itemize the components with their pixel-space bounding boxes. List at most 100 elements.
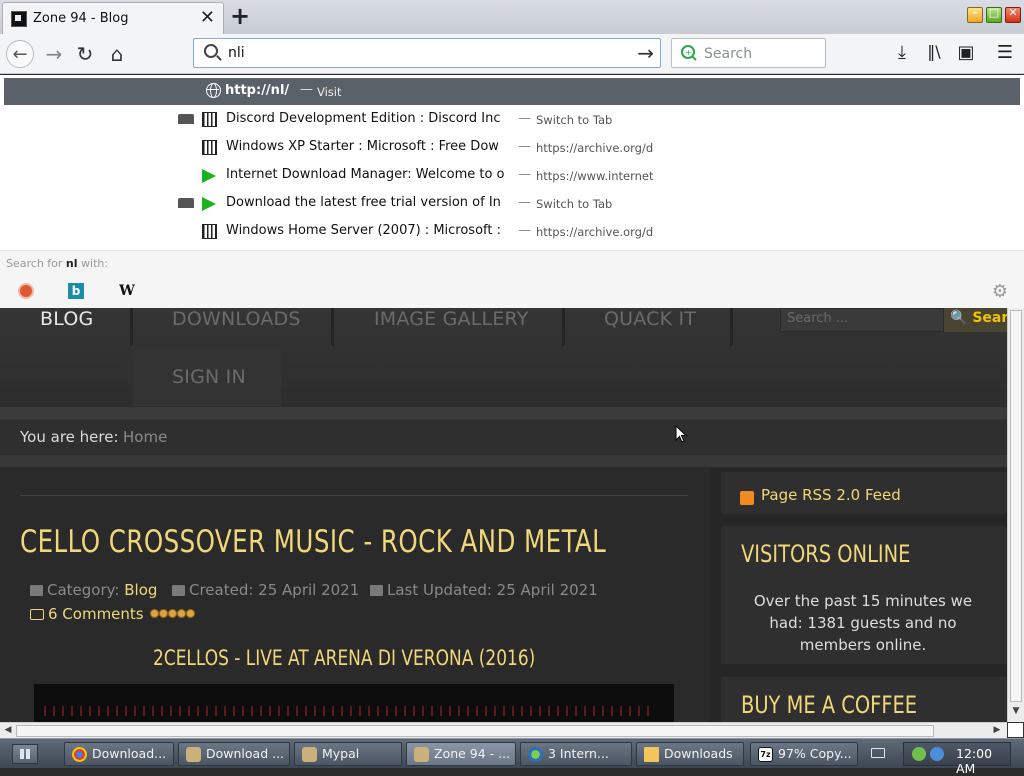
article-title[interactable]: CELLO CROSSOVER MUSIC - ROCK AND METAL bbox=[20, 524, 606, 560]
star-icon bbox=[168, 609, 177, 618]
close-tab-icon[interactable]: ✕ bbox=[200, 8, 215, 28]
breadcrumb: You are here: Home bbox=[0, 419, 1007, 455]
row-action: Switch to Tab bbox=[536, 197, 613, 211]
coffee-title: BUY ME A COFFEE bbox=[741, 691, 918, 719]
vertical-scrollbar[interactable]: ▼ bbox=[1007, 308, 1024, 722]
taskbar-button[interactable]: Download ... bbox=[178, 742, 290, 766]
new-tab-button[interactable]: + bbox=[230, 3, 250, 29]
site-search-input[interactable]: Search ... bbox=[780, 308, 944, 332]
clock[interactable]: 12:00 AM bbox=[956, 746, 1010, 776]
taskbar-button-active[interactable]: Zone 94 - ... bbox=[406, 742, 516, 766]
comments-link[interactable]: 6 Comments bbox=[30, 605, 144, 623]
network-icon[interactable] bbox=[912, 747, 926, 761]
category-link[interactable]: Blog bbox=[124, 581, 157, 599]
taskbar-button[interactable]: Downloads bbox=[636, 742, 744, 766]
maximize-button[interactable]: □ bbox=[986, 6, 1002, 23]
site-menu: BLOG DOWNLOADS IMAGE GALLERY QUACK IT Se… bbox=[0, 308, 1007, 408]
calendar-icon bbox=[370, 585, 383, 596]
row-title: Internet Download Manager: Welcome to o bbox=[226, 167, 505, 182]
autocomplete-row[interactable]: Internet Download Manager: Welcome to o … bbox=[0, 162, 1024, 190]
bing-icon[interactable]: b bbox=[68, 283, 84, 299]
autocomplete-row[interactable]: Windows XP Starter : Microsoft : Free Do… bbox=[0, 134, 1024, 162]
menu-sign-in-cell: SIGN IN bbox=[133, 348, 281, 406]
tab-title: Zone 94 - Blog bbox=[33, 11, 129, 26]
autocomplete-row[interactable]: Download the latest free trial version o… bbox=[0, 190, 1024, 218]
scroll-right-arrow-icon[interactable]: ▶ bbox=[990, 724, 1004, 737]
comment-icon bbox=[30, 609, 44, 620]
one-off-search-bar: Search for nl with: b W ⚙ bbox=[0, 250, 1024, 308]
scrollbar-thumb[interactable] bbox=[1010, 310, 1022, 702]
menu-sign-in[interactable]: SIGN IN bbox=[172, 366, 246, 388]
row-url: https://archive.org/d bbox=[536, 225, 654, 239]
reload-button[interactable]: ↻ bbox=[71, 40, 99, 68]
star-icon bbox=[159, 609, 168, 618]
web-page: BLOG DOWNLOADS IMAGE GALLERY QUACK IT Se… bbox=[0, 308, 1007, 722]
autocomplete-row[interactable]: Windows Home Server (2007) : Microsoft :… bbox=[0, 218, 1024, 246]
taskbar-button[interactable]: 7z 97% Copy... bbox=[750, 742, 858, 766]
menu-image-gallery[interactable]: IMAGE GALLERY bbox=[374, 308, 529, 330]
scrollbar-thumb[interactable] bbox=[16, 725, 934, 737]
video-embed[interactable] bbox=[34, 684, 674, 722]
chrome-icon bbox=[72, 747, 87, 762]
keyboard-icon[interactable] bbox=[871, 748, 885, 758]
download-icon[interactable]: ⤓ bbox=[890, 42, 914, 63]
gear-icon[interactable]: ⚙ bbox=[992, 281, 1008, 302]
search-box[interactable]: + Search bbox=[671, 38, 826, 68]
scroll-down-arrow-icon[interactable]: ▼ bbox=[1010, 706, 1022, 720]
menu-quack-it[interactable]: QUACK IT bbox=[604, 308, 696, 330]
menu-downloads[interactable]: DOWNLOADS bbox=[172, 308, 301, 330]
navigation-toolbar: ← → ↻ ⌂ nli → + Search ⤓ ‖\ ▣ ☰ bbox=[0, 34, 1024, 74]
internet-tray-icon[interactable] bbox=[930, 747, 944, 761]
7zip-icon: 7z bbox=[758, 747, 773, 762]
internet-icon bbox=[528, 747, 543, 762]
svg-text:+: + bbox=[685, 48, 692, 57]
menu-blog[interactable]: BLOG bbox=[40, 308, 93, 330]
visitors-text: Over the past 15 minutes we had: 1381 gu… bbox=[753, 592, 973, 654]
close-window-button[interactable]: ✕ bbox=[1005, 6, 1021, 23]
url-input[interactable]: nli bbox=[228, 45, 245, 61]
category-meta: Category: Blog bbox=[30, 581, 157, 599]
system-tray: 12:00 AM bbox=[903, 742, 1011, 776]
taskbar: Download... Download ... Mypal Zone 94 -… bbox=[0, 738, 1024, 776]
tab-zone94[interactable]: Zone 94 - Blog ✕ bbox=[2, 2, 224, 34]
go-arrow-icon[interactable]: → bbox=[637, 41, 654, 65]
taskbar-button[interactable]: Mypal bbox=[294, 742, 402, 766]
tab-strip: Zone 94 - Blog ✕ + – □ ✕ bbox=[0, 0, 1024, 34]
archive-icon bbox=[202, 224, 217, 239]
globe-icon bbox=[206, 83, 221, 98]
wikipedia-icon[interactable]: W bbox=[119, 283, 135, 299]
open-tab-icon bbox=[178, 198, 194, 208]
library-icon[interactable]: ‖\ bbox=[922, 42, 946, 61]
scroll-left-arrow-icon[interactable]: ◀ bbox=[1, 724, 15, 737]
sidebar-icon[interactable]: ▣ bbox=[954, 42, 978, 63]
taskbar-button-group[interactable]: 3 Intern... bbox=[520, 742, 632, 766]
mypal-icon bbox=[186, 747, 201, 762]
breadcrumb-home: Home bbox=[123, 428, 168, 446]
home-button[interactable]: ⌂ bbox=[103, 40, 131, 68]
url-bar[interactable]: nli → bbox=[193, 38, 661, 68]
taskbar-button[interactable]: Download... bbox=[64, 742, 174, 766]
search-placeholder: Search bbox=[704, 46, 753, 62]
archive-icon bbox=[202, 112, 217, 127]
url-autocomplete-popup: http://nl/ — Visit Discord Development E… bbox=[0, 75, 1024, 308]
forward-button[interactable]: → bbox=[40, 40, 68, 68]
autocomplete-row[interactable]: Discord Development Edition : Discord In… bbox=[0, 106, 1024, 134]
horizontal-scrollbar[interactable]: ◀ ▶ bbox=[0, 722, 1007, 738]
rss-module: Page RSS 2.0 Feed bbox=[721, 472, 1007, 514]
site-search-button[interactable]: 🔍 Search bbox=[944, 308, 1007, 332]
row-url: https://www.internet bbox=[536, 169, 654, 183]
autocomplete-row-selected[interactable]: http://nl/ — Visit bbox=[4, 78, 1020, 105]
mypal-icon bbox=[414, 747, 429, 762]
row-title: Download the latest free trial version o… bbox=[226, 195, 501, 210]
coffee-module: BUY ME A COFFEE bbox=[721, 677, 1007, 722]
search-for-label: Search for nl with: bbox=[6, 257, 109, 270]
open-tab-icon bbox=[178, 114, 194, 124]
rss-link[interactable]: Page RSS 2.0 Feed bbox=[761, 486, 901, 504]
row-title: Windows Home Server (2007) : Microsoft : bbox=[226, 223, 501, 238]
minimize-button[interactable]: – bbox=[967, 6, 983, 23]
menu-hamburger-icon[interactable]: ☰ bbox=[993, 42, 1017, 63]
back-button[interactable]: ← bbox=[6, 40, 34, 68]
duckduckgo-icon[interactable] bbox=[18, 283, 34, 299]
row-title: Discord Development Edition : Discord In… bbox=[226, 111, 501, 126]
start-button[interactable] bbox=[12, 744, 38, 764]
